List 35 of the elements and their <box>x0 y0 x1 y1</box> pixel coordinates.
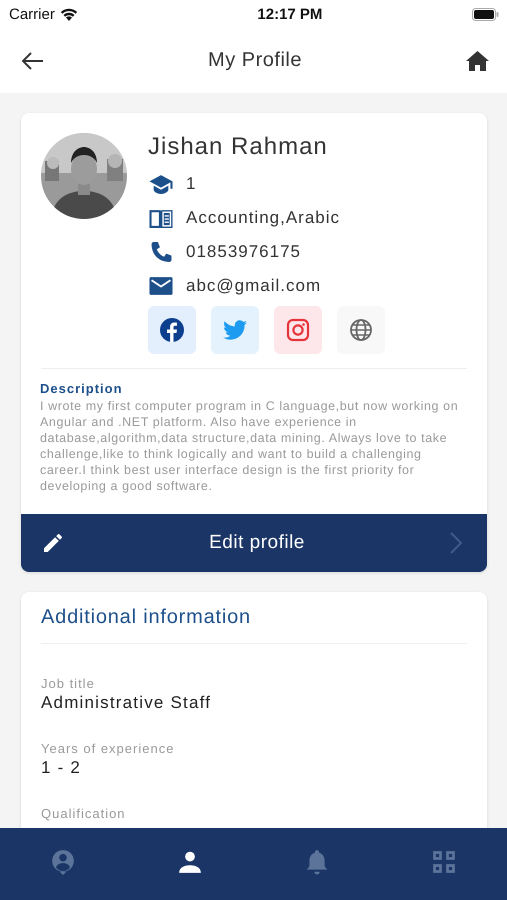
edit-profile-button[interactable]: Edit profile <box>21 514 487 572</box>
page-title: My Profile <box>208 49 302 72</box>
book-icon <box>148 207 174 229</box>
back-button[interactable] <box>22 52 44 70</box>
field-value: Administrative Staff <box>41 693 212 713</box>
globe-icon <box>349 318 373 342</box>
person-icon <box>177 849 204 875</box>
social-button[interactable] <box>148 306 196 354</box>
clock: 12:17 PM <box>257 6 322 22</box>
field-label: Qualification <box>41 806 127 821</box>
field-label: Job title <box>41 676 96 691</box>
facebook-icon <box>160 318 184 342</box>
profile-detail: abc@gmail.com <box>186 276 322 296</box>
field-value: 1 - 2 <box>41 758 82 778</box>
profile-detail: 1 <box>186 174 196 194</box>
section-label: Description <box>40 381 124 396</box>
chevron-right-icon <box>449 531 463 555</box>
twitter-bird-icon <box>223 318 247 342</box>
social-button[interactable] <box>337 306 385 354</box>
description-text: I wrote my first computer program in C language,but now working on Angular and .NET platform. Also have experience in database,algorithm,data structure,data mining. Always love to take challenge,like to think logically and want to build a challenging career.I think best user interface design is the first priority for developing a good software. <box>40 398 460 494</box>
account-pin-icon <box>50 849 76 875</box>
field-label: Years of experience <box>41 741 176 756</box>
home-icon[interactable] <box>466 50 489 70</box>
wifi-icon <box>60 8 78 20</box>
instagram-icon <box>286 318 310 342</box>
battery-icon <box>472 8 499 20</box>
graduation-cap-icon <box>148 173 174 195</box>
profile-detail: 01853976175 <box>186 242 302 262</box>
section-title: Additional information <box>40 605 252 630</box>
carrier-name: Carrier <box>9 6 55 22</box>
mail-icon <box>148 275 174 297</box>
pencil-icon <box>41 531 65 555</box>
profile-detail: Accounting,Arabic <box>186 208 340 228</box>
profile-name: Jishan Rahman <box>148 133 329 161</box>
grid-icon <box>430 849 457 875</box>
